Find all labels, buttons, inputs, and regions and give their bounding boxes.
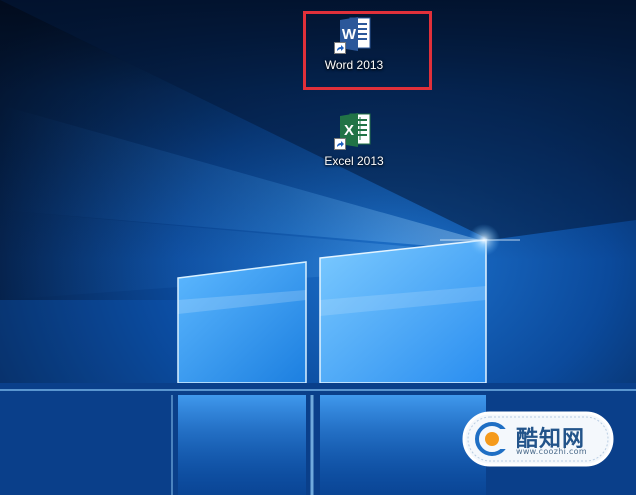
excel-2013-label: Excel 2013 xyxy=(324,154,384,168)
coozhi-watermark: 酷知网 www.coozhi.com xyxy=(462,411,614,467)
excel-icon: X xyxy=(334,110,374,150)
excel-2013-shortcut[interactable]: X Excel 2013 xyxy=(306,110,402,168)
shortcut-arrow-icon xyxy=(334,138,346,150)
watermark-url: www.coozhi.com xyxy=(516,447,587,456)
desktop[interactable]: W Word 2013 X Excel 2013 酷知网 www.coozhi.… xyxy=(0,0,636,495)
excel-app-letter: X xyxy=(344,122,354,139)
selection-highlight-box xyxy=(303,11,432,90)
